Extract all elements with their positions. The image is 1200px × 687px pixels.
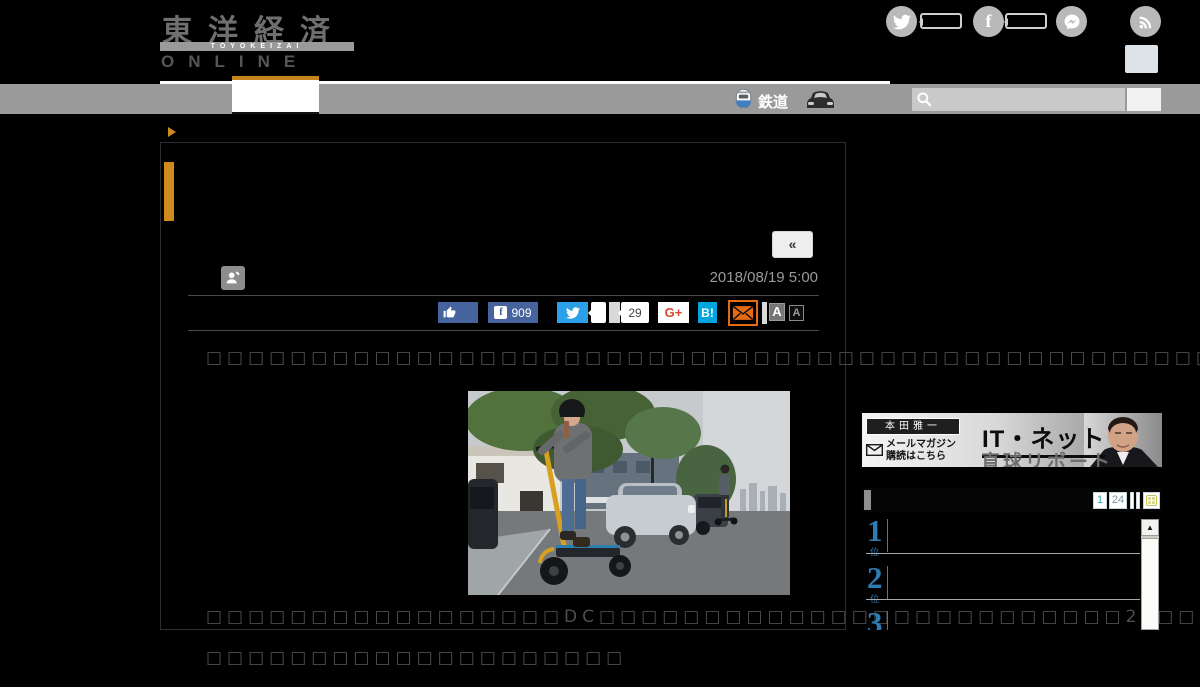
ranking-tab-calendar[interactable] (1143, 492, 1160, 509)
train-icon (733, 88, 754, 114)
calendar-icon (1146, 495, 1157, 506)
header-menu-button[interactable] (1125, 45, 1158, 73)
article-image (468, 391, 790, 595)
facebook-share-count: 909 (511, 305, 532, 320)
facebook-share-button[interactable]: f 909 (488, 302, 538, 323)
divider (188, 330, 819, 331)
ranking-tab-1[interactable]: 1 (1093, 492, 1107, 509)
mail-icon (865, 443, 884, 461)
headline-accent-bar (164, 162, 174, 221)
site-logo-roman: TOYOKEIZAI (160, 42, 354, 51)
nav-tab-active[interactable] (232, 76, 319, 114)
article-paragraph-3: □□□□□□□□□□□□□□□□□□□□ (206, 648, 628, 668)
hatena-bookmark-button[interactable]: B! (698, 302, 717, 323)
back-button[interactable]: « (772, 231, 813, 258)
rank-separator (866, 553, 1140, 554)
article-card: « 2018/08/19 5:00 f 909 29 G+ B! A A □□□… (160, 142, 1200, 668)
rank-number: 2 (867, 560, 883, 595)
rank-divider (887, 611, 888, 630)
search-submit-button[interactable] (1127, 88, 1161, 111)
share-row: f 909 29 G+ B! A A (188, 300, 819, 328)
email-share-button[interactable] (728, 300, 758, 326)
ranking-header: 1 24 (862, 488, 1162, 512)
ranking-list: 1 位 2 位 3 ▲ (862, 514, 1162, 630)
tweet-count-bubble (588, 302, 606, 323)
breadcrumb-arrow-icon (168, 127, 181, 137)
rank-number: 1 (867, 514, 883, 548)
nav-railway-label: 鉄道 (758, 93, 789, 111)
search-icon (916, 91, 933, 108)
article-date: 2018/08/19 5:00 (709, 269, 818, 286)
envelope-icon (732, 305, 754, 321)
ad-subtitle: 直球リポート (981, 452, 1114, 467)
divider (188, 295, 819, 296)
rank-unit: 位 (870, 548, 880, 558)
twitter-count-bubble (919, 13, 962, 29)
font-size-small-button[interactable]: A (789, 305, 804, 321)
facebook-like-button[interactable] (438, 302, 478, 323)
messenger-icon[interactable] (1056, 6, 1087, 37)
ranking-tab-24[interactable]: 24 (1109, 492, 1127, 509)
facebook-share-icon: f (494, 306, 508, 319)
hatena-count-bubble: 29 (618, 302, 649, 323)
site-logo-online: ONLINE (161, 52, 310, 71)
share-divider (762, 302, 767, 324)
nav-item-railway[interactable]: 鉄道 (733, 88, 788, 114)
ad-author-name: 本田雅一 (866, 418, 960, 435)
ranking-header-icon (864, 490, 871, 510)
rank-separator (866, 599, 1140, 600)
scrollbar-thumb[interactable] (1141, 538, 1159, 630)
twitter-icon[interactable] (886, 6, 917, 37)
rss-icon[interactable] (1130, 6, 1161, 37)
ranking-tab-bar[interactable] (1130, 492, 1134, 509)
ranking-tab-bar[interactable] (1136, 492, 1140, 509)
search-input[interactable] (936, 89, 1116, 110)
newsletter-ad-banner[interactable]: 本田雅一 メールマガジン 購読はこちら IT・ネット 直球リポート (862, 413, 1162, 467)
ranking-scrollbar[interactable]: ▲ (1141, 519, 1159, 630)
article-body: □□□□□□□□□□□□□□□□□□□□□□□□□□□□□□□□□□□□□□□□… (188, 346, 1200, 687)
scrollbar-up-arrow[interactable]: ▲ (1141, 519, 1159, 536)
rank-number: 3 (867, 605, 883, 630)
rank-divider (887, 519, 888, 552)
article-paragraph-1: □□□□□□□□□□□□□□□□□□□□□□□□□□□□□□□□□□□□□□□□… (206, 348, 1200, 368)
facebook-count-bubble (1004, 13, 1047, 29)
car-icon[interactable] (804, 90, 837, 115)
font-size-large-button[interactable]: A (769, 303, 785, 321)
ad-mailmag-text: メールマガジン 購読はこちら (886, 439, 956, 462)
search-box[interactable] (912, 88, 1125, 111)
author-avatar-icon[interactable] (221, 266, 245, 290)
googleplus-button[interactable]: G+ (658, 302, 689, 323)
rank-divider (887, 566, 888, 599)
